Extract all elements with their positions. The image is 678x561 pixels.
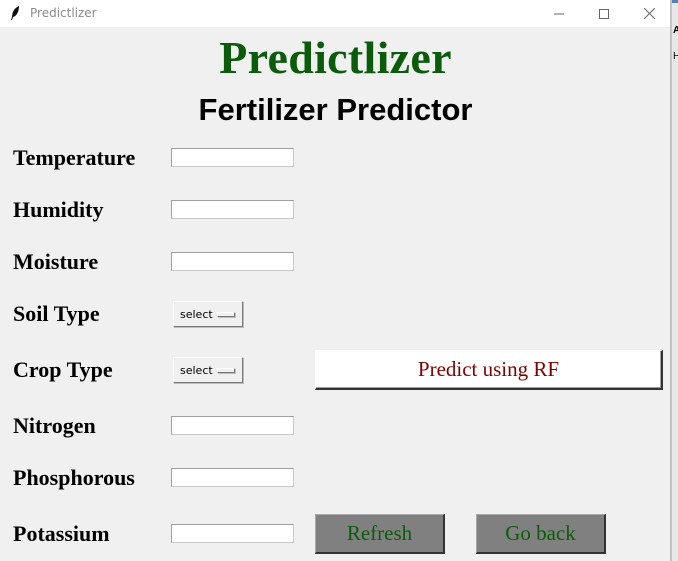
page-subtitle: Fertilizer Predictor (198, 92, 473, 127)
moisture-label: Moisture (13, 249, 99, 274)
close-icon (643, 8, 655, 19)
refresh-button[interactable]: Refresh (315, 514, 445, 554)
soil-type-dropdown[interactable]: select (173, 301, 243, 327)
crop-type-selected: select (180, 363, 213, 377)
nitrogen-input[interactable] (171, 416, 294, 435)
feather-icon (11, 6, 19, 20)
humidity-label: Humidity (13, 197, 104, 222)
background-window-char: A (673, 26, 678, 36)
background-window-accent (672, 0, 678, 3)
background-window-edge: A H (671, 0, 678, 561)
potassium-input[interactable] (171, 524, 294, 543)
crop-type-dropdown[interactable]: select (173, 357, 243, 383)
title-bar[interactable]: Predictlizer (0, 0, 670, 27)
humidity-input[interactable] (171, 200, 294, 219)
predict-rf-button[interactable]: Predict using RF (315, 350, 663, 390)
app-window: Predictlizer Predictlizer Fertilizer Pre… (0, 0, 671, 561)
temperature-input[interactable] (171, 148, 294, 167)
window-title: Predictlizer (30, 6, 97, 20)
background-window-char: H (673, 52, 678, 62)
minimize-icon (554, 13, 564, 14)
dropdown-indicator-icon (217, 368, 235, 373)
dropdown-indicator-icon (217, 312, 235, 317)
maximize-icon (599, 8, 609, 19)
go-back-button[interactable]: Go back (476, 514, 606, 554)
soil-type-label: Soil Type (13, 301, 100, 326)
temperature-label: Temperature (13, 145, 136, 170)
close-button[interactable] (626, 0, 672, 27)
maximize-button[interactable] (581, 0, 627, 27)
moisture-input[interactable] (171, 252, 294, 271)
app-heading: Predictlizer (219, 32, 452, 83)
soil-type-selected: select (180, 307, 213, 321)
minimize-button[interactable] (536, 0, 582, 27)
crop-type-label: Crop Type (13, 357, 113, 382)
nitrogen-label: Nitrogen (13, 413, 96, 438)
potassium-label: Potassium (13, 521, 110, 546)
phosphorous-label: Phosphorous (13, 465, 135, 490)
phosphorous-input[interactable] (171, 468, 294, 487)
